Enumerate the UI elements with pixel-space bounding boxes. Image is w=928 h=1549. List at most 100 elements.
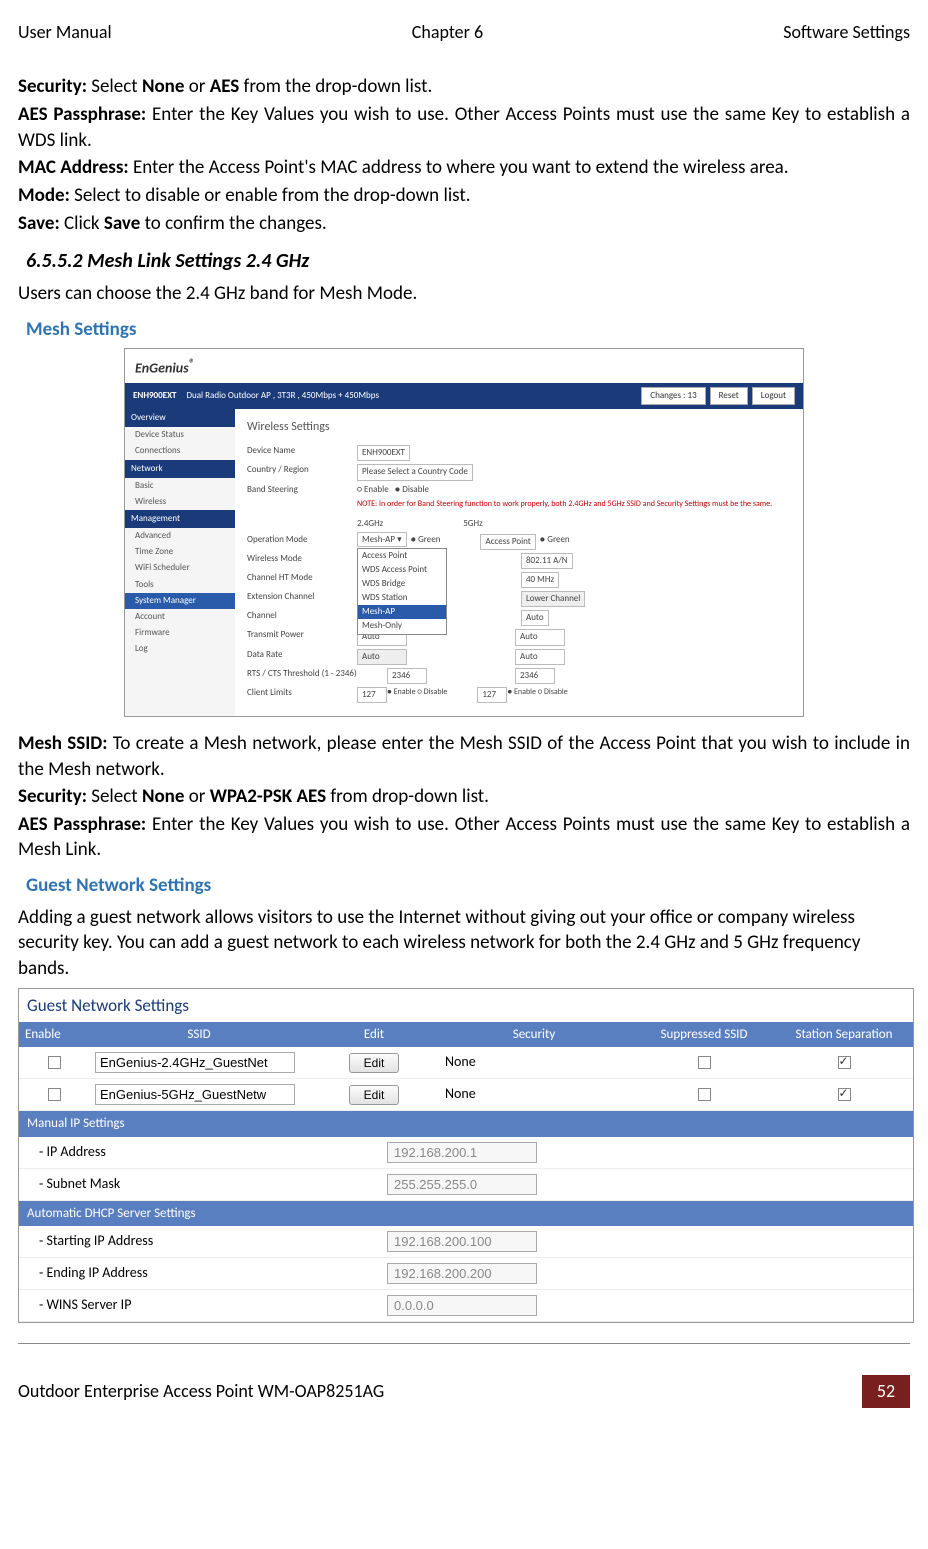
guest-network-text: Adding a guest network allows visitors t… — [18, 905, 910, 982]
sidebar-management[interactable]: Management — [125, 510, 235, 528]
client-24ghz[interactable]: 127 — [357, 687, 387, 703]
starting-ip-label: - Starting IP Address — [27, 1232, 387, 1251]
separation-checkbox-5ghz[interactable] — [838, 1088, 851, 1101]
suppressed-checkbox-24ghz[interactable] — [698, 1056, 711, 1069]
mesh-settings-screenshot: EnGenius® ENH900EXT Dual Radio Outdoor A… — [124, 348, 804, 717]
model-label: ENH900EXT — [133, 390, 176, 402]
sidebar-device-status[interactable]: Device Status — [125, 427, 235, 443]
rts-5ghz[interactable]: 2346 — [515, 668, 555, 684]
data-rate-5ghz[interactable]: Auto — [515, 649, 565, 665]
security-5ghz: None — [439, 1085, 629, 1104]
sidebar-tools[interactable]: Tools — [125, 577, 235, 593]
band-steering-label: Band Steering — [247, 484, 357, 496]
security-24ghz: None — [439, 1053, 629, 1072]
th-ssid: SSID — [89, 1022, 309, 1048]
dd-wds-ap[interactable]: WDS Access Point — [358, 563, 446, 577]
sidebar-overview[interactable]: Overview — [125, 409, 235, 427]
ending-ip-input[interactable] — [387, 1263, 537, 1284]
guest-settings-title: Guest Network Settings — [19, 989, 913, 1022]
sidebar-wifi-scheduler[interactable]: WiFi Scheduler — [125, 560, 235, 576]
rts-24ghz[interactable]: 2346 — [387, 668, 427, 684]
data-rate-24ghz: Auto — [357, 649, 407, 665]
channel-ht-5ghz[interactable]: 40 MHz — [521, 572, 559, 588]
data-rate-label: Data Rate — [247, 649, 357, 665]
wireless-mode-5ghz[interactable]: 802.11 A/N — [521, 553, 573, 569]
client-5ghz[interactable]: 127 — [477, 687, 507, 703]
enable-checkbox-24ghz[interactable] — [48, 1056, 61, 1069]
starting-ip-input[interactable] — [387, 1231, 537, 1252]
separation-checkbox-24ghz[interactable] — [838, 1056, 851, 1069]
sidebar-system-manager[interactable]: System Manager — [125, 593, 235, 609]
mesh-aes-label: AES Passphrase: — [18, 813, 146, 836]
section-heading: 6.5.5.2 Mesh Link Settings 2.4 GHz — [26, 248, 910, 275]
th-suppressed: Suppressed SSID — [629, 1022, 779, 1048]
th-separation: Station Separation — [779, 1022, 909, 1048]
subnet-mask-label: - Subnet Mask — [27, 1175, 387, 1194]
aes-line: AES Passphrase: Enter the Key Values you… — [18, 102, 910, 153]
operation-mode-menu: Access Point WDS Access Point WDS Bridge… — [357, 548, 447, 635]
tx-power-5ghz[interactable]: Auto — [515, 629, 565, 645]
subnet-mask-input[interactable] — [387, 1174, 537, 1195]
sidebar-account[interactable]: Account — [125, 609, 235, 625]
channel-label: Channel — [247, 610, 357, 626]
guest-network-screenshot: Guest Network Settings Enable SSID Edit … — [18, 988, 914, 1324]
changes-button[interactable]: Changes : 13 — [641, 387, 705, 405]
header-center: Chapter 6 — [412, 20, 483, 44]
header-left: User Manual — [18, 20, 112, 44]
edit-button-24ghz[interactable]: Edit — [349, 1053, 400, 1073]
op-mode-5ghz[interactable]: Access Point — [480, 534, 535, 550]
edit-button-5ghz[interactable]: Edit — [349, 1085, 400, 1105]
dd-mesh-only[interactable]: Mesh-Only — [358, 619, 446, 633]
operation-mode-label: Operation Mode — [247, 534, 357, 550]
reset-button[interactable]: Reset — [710, 387, 748, 405]
dd-access-point[interactable]: Access Point — [358, 549, 446, 563]
ssid-input-24ghz[interactable] — [95, 1052, 295, 1073]
guest-table-header: Enable SSID Edit Security Suppressed SSI… — [19, 1022, 913, 1048]
device-name-label: Device Name — [247, 445, 357, 461]
country-select[interactable]: Please Select a Country Code — [357, 464, 473, 480]
operation-mode-dropdown[interactable]: Mesh-AP ▾ — [357, 532, 407, 547]
top-bar: ENH900EXT Dual Radio Outdoor AP , 3T3R ,… — [125, 383, 803, 409]
section-text: Users can choose the 2.4 GHz band for Me… — [18, 281, 910, 307]
save-label: Save: — [18, 212, 60, 235]
mesh-ssid-line: Mesh SSID: To create a Mesh network, ple… — [18, 731, 910, 782]
ip-address-input[interactable] — [387, 1142, 537, 1163]
device-name-input[interactable]: ENH900EXT — [357, 445, 410, 461]
sidebar-connections[interactable]: Connections — [125, 443, 235, 459]
sidebar-firmware[interactable]: Firmware — [125, 625, 235, 641]
guest-network-heading: Guest Network Settings — [26, 873, 910, 899]
suppressed-checkbox-5ghz[interactable] — [698, 1088, 711, 1101]
sidebar-wireless[interactable]: Wireless — [125, 494, 235, 510]
ext-channel-label: Extension Channel — [247, 591, 357, 607]
brand-logo: EnGenius® — [125, 349, 803, 383]
th-enable: Enable — [19, 1022, 89, 1048]
sidebar-basic[interactable]: Basic — [125, 478, 235, 494]
wins-ip-label: - WINS Server IP — [27, 1296, 387, 1315]
mesh-ssid-label: Mesh SSID: — [18, 732, 108, 755]
wireless-settings-title: Wireless Settings — [247, 419, 791, 435]
wins-ip-input[interactable] — [387, 1295, 537, 1316]
manual-ip-header: Manual IP Settings — [19, 1111, 913, 1137]
ssid-input-5ghz[interactable] — [95, 1084, 295, 1105]
header-right: Software Settings — [783, 20, 910, 44]
save-line: Save: Click Save to confirm the changes. — [18, 211, 910, 237]
band-note: NOTE: In order for Band Steering functio… — [357, 499, 772, 510]
channel-ht-label: Channel HT Mode — [247, 572, 357, 588]
sidebar-timezone[interactable]: Time Zone — [125, 544, 235, 560]
mac-line: MAC Address: Enter the Access Point's MA… — [18, 155, 910, 181]
main-panel: Wireless Settings Device NameENH900EXT C… — [235, 409, 803, 716]
th-edit: Edit — [309, 1022, 439, 1048]
sidebar-network[interactable]: Network — [125, 460, 235, 478]
dd-mesh-ap[interactable]: Mesh-AP — [358, 605, 446, 619]
sidebar-advanced[interactable]: Advanced — [125, 528, 235, 544]
dd-wds-bridge[interactable]: WDS Bridge — [358, 577, 446, 591]
wireless-mode-label: Wireless Mode — [247, 553, 357, 569]
col-5ghz: 5GHz — [463, 518, 482, 530]
mode-label: Mode: — [18, 184, 70, 207]
page-number: 52 — [862, 1375, 910, 1407]
sidebar-log[interactable]: Log — [125, 641, 235, 657]
channel-5ghz[interactable]: Auto — [521, 610, 549, 626]
logout-button[interactable]: Logout — [752, 387, 795, 405]
dd-wds-station[interactable]: WDS Station — [358, 591, 446, 605]
enable-checkbox-5ghz[interactable] — [48, 1088, 61, 1101]
